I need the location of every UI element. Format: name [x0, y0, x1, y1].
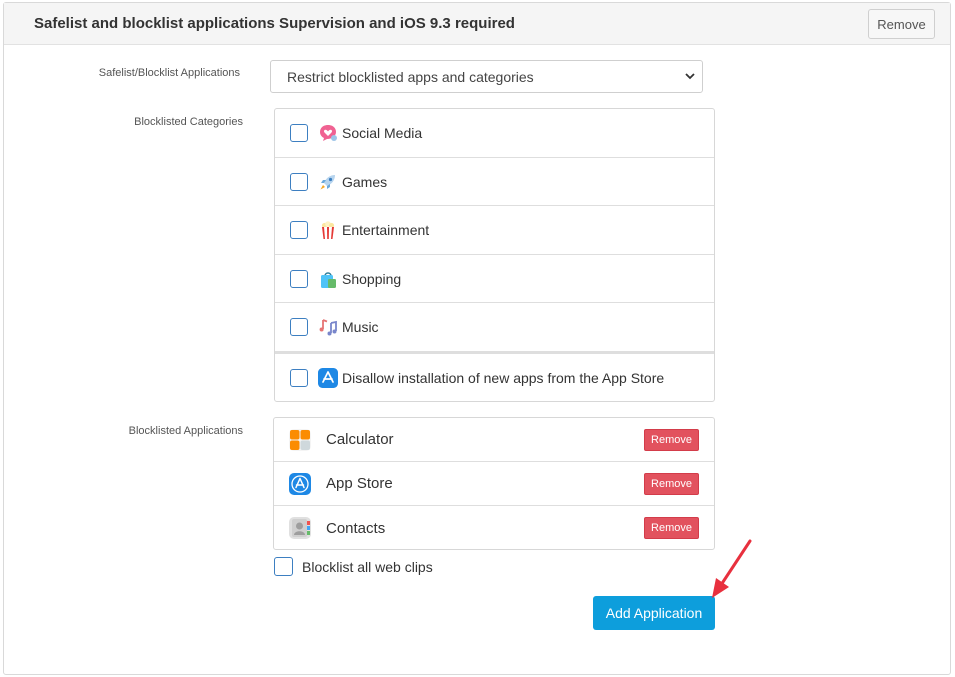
app-store-install-checkbox[interactable]: [290, 368, 308, 387]
app-store-install-option[interactable]: Disallow installation of new apps from t…: [275, 351, 714, 401]
remove-application-button[interactable]: Remove: [644, 473, 699, 495]
remove-payload-button[interactable]: Remove: [868, 9, 935, 39]
chevron-down-icon: [685, 73, 695, 80]
remove-application-button[interactable]: Remove: [644, 429, 699, 451]
application-row-app-store: App Store Remove: [274, 462, 714, 506]
calculator-icon: [289, 428, 311, 451]
category-row-shopping[interactable]: Shopping: [275, 255, 714, 303]
add-application-button[interactable]: Add Application: [593, 596, 715, 630]
category-label: Games: [342, 173, 388, 190]
app-store-install-label: Disallow installation of new apps from t…: [342, 369, 665, 386]
application-name: Contacts: [326, 519, 386, 537]
application-name: App Store: [326, 475, 393, 492]
music-notes-icon: [318, 317, 338, 337]
web-clips-checkbox[interactable]: [274, 557, 293, 576]
rocket-icon: [318, 172, 338, 192]
web-clips-option[interactable]: Blocklist all web clips: [274, 557, 433, 576]
category-label: Shopping: [342, 270, 402, 287]
category-label: Entertainment: [342, 222, 430, 238]
social-media-icon: [318, 123, 338, 143]
categories-list: Social Media Games Entertainment Shoppin…: [274, 108, 715, 402]
category-checkbox[interactable]: [290, 124, 308, 142]
contacts-icon: [289, 517, 311, 539]
category-row-music[interactable]: Music: [275, 303, 714, 351]
annotation-arrow-icon: [712, 539, 752, 598]
mode-select[interactable]: Restrict blocklisted apps and categories: [270, 60, 703, 93]
applications-label: Blocklisted Applications: [128, 425, 243, 437]
panel-header: Safelist and blocklist applications Supe…: [4, 3, 950, 45]
shopping-bag-icon: [318, 269, 338, 289]
panel-title: Safelist and blocklist applications Supe…: [34, 15, 515, 32]
app-store-icon: [289, 472, 311, 495]
category-row-entertainment[interactable]: Entertainment: [275, 206, 714, 255]
mode-select-value: Restrict blocklisted apps and categories: [287, 68, 534, 85]
category-checkbox[interactable]: [290, 269, 308, 288]
category-label: Music: [342, 319, 379, 335]
category-checkbox[interactable]: [290, 172, 308, 191]
app-store-icon: [318, 367, 338, 388]
remove-application-button[interactable]: Remove: [644, 517, 699, 539]
category-checkbox[interactable]: [290, 221, 308, 239]
application-row-calculator: Calculator Remove: [274, 418, 714, 462]
popcorn-icon: [318, 220, 338, 240]
category-row-social-media[interactable]: Social Media: [275, 109, 714, 158]
application-name: Calculator: [326, 431, 394, 448]
application-row-contacts: Contacts Remove: [274, 506, 714, 550]
category-checkbox[interactable]: [290, 318, 308, 336]
category-label: Social Media: [342, 125, 423, 141]
mode-label: Safelist/Blocklist Applications: [98, 67, 240, 79]
web-clips-label: Blocklist all web clips: [302, 558, 433, 575]
category-row-games[interactable]: Games: [275, 158, 714, 206]
categories-label: Blocklisted Categories: [134, 116, 243, 128]
applications-list: Calculator Remove App Store Remove Conta…: [273, 417, 715, 550]
